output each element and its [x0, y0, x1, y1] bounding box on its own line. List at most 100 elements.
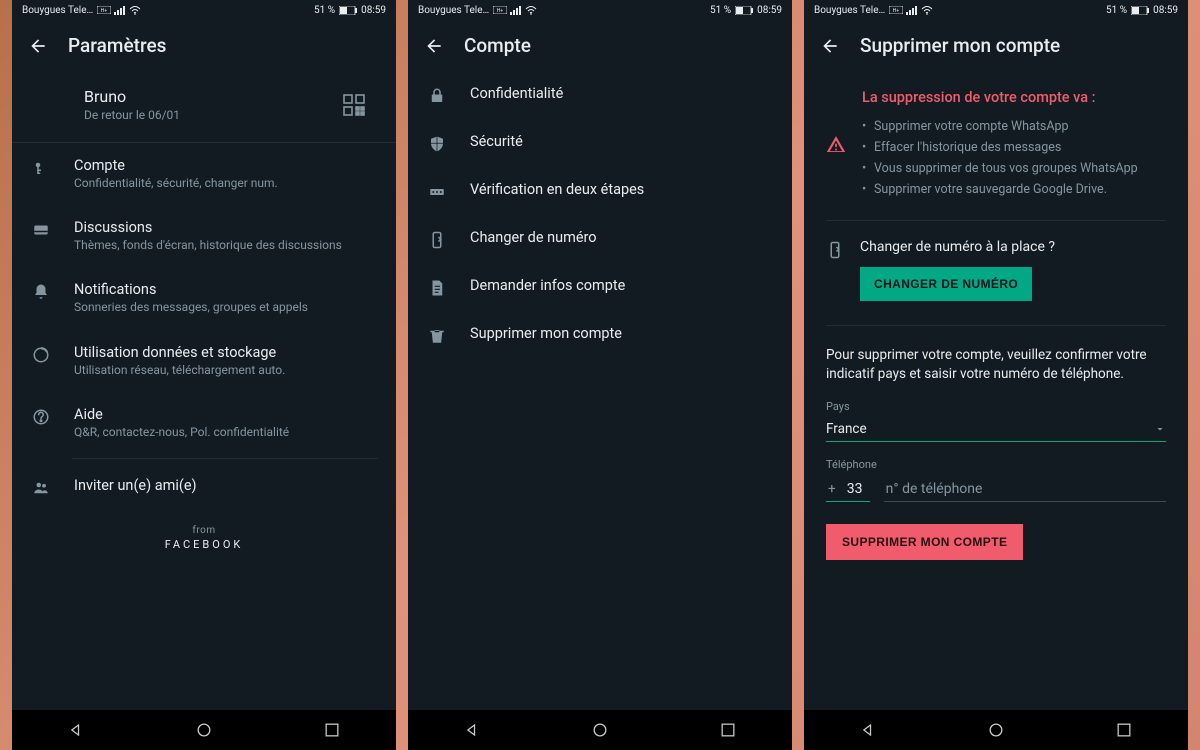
wifi-icon	[921, 6, 933, 15]
wifi-icon	[525, 6, 537, 15]
signal-icon	[906, 6, 918, 15]
nav-back-icon[interactable]	[66, 720, 86, 740]
signal-icons: H+	[889, 6, 933, 15]
nav-bar	[804, 710, 1188, 750]
phone-input[interactable]: n° de téléphone	[884, 477, 1166, 502]
back-icon[interactable]	[424, 36, 444, 56]
battery-icon	[339, 6, 357, 15]
profile-name: Bruno	[84, 87, 342, 106]
profile-status: De retour le 06/01	[84, 108, 342, 122]
plus-sign: +	[828, 481, 836, 497]
phone-swap-icon	[826, 241, 844, 259]
qr-icon[interactable]	[342, 93, 366, 117]
phone-swap-icon	[428, 231, 446, 249]
item-sub: Sonneries des messages, groupes et appel…	[74, 299, 378, 315]
header: Paramètres	[12, 20, 396, 71]
item-security[interactable]: Sécurité	[408, 119, 792, 167]
divider	[72, 458, 378, 459]
shield-icon	[428, 135, 446, 153]
item-invite[interactable]: Inviter un(e) ami(e)	[12, 463, 396, 511]
nav-home-icon[interactable]	[194, 720, 214, 740]
nav-recent-icon[interactable]	[718, 720, 738, 740]
settings-list: Compte Confidentialité, sécurité, change…	[12, 143, 396, 511]
page-title: Paramètres	[68, 34, 166, 57]
battery-icon	[735, 6, 753, 15]
item-account[interactable]: Compte Confidentialité, sécurité, change…	[12, 143, 396, 205]
item-title: Demander infos compte	[470, 277, 774, 294]
help-icon	[32, 408, 50, 426]
carrier-label: Bouygues Tele…	[22, 5, 93, 16]
svg-text:H+: H+	[101, 8, 108, 14]
data-icon: H+	[493, 6, 507, 14]
dial-code-input[interactable]: + 33	[826, 477, 870, 502]
item-change-number[interactable]: Changer de numéro	[408, 215, 792, 263]
item-title: Discussions	[74, 219, 378, 236]
confirm-text: Pour supprimer votre compte, veuillez co…	[826, 346, 1166, 384]
item-privacy[interactable]: Confidentialité	[408, 71, 792, 119]
profile-row[interactable]: Bruno De retour le 06/01	[12, 71, 396, 143]
status-bar: Bouygues Tele… H+ 51 % 08:59	[12, 0, 396, 20]
from-facebook: from FACEBOOK	[12, 511, 396, 559]
data-icon: H+	[97, 6, 111, 14]
bullet: Vous supprimer de tous vos groupes Whats…	[862, 158, 1138, 179]
item-chats[interactable]: Discussions Thèmes, fonds d'écran, histo…	[12, 205, 396, 267]
nav-back-icon[interactable]	[462, 720, 482, 740]
battery-label: 51 %	[314, 5, 335, 16]
item-title: Supprimer mon compte	[470, 325, 774, 342]
item-notifications[interactable]: Notifications Sonneries des messages, gr…	[12, 267, 396, 329]
bullet: Supprimer votre sauvegarde Google Drive.	[862, 179, 1138, 200]
country-value: France	[826, 421, 867, 437]
back-icon[interactable]	[28, 36, 48, 56]
item-help[interactable]: Aide Q&R, contactez-nous, Pol. confident…	[12, 392, 396, 454]
nav-home-icon[interactable]	[590, 720, 610, 740]
carrier-label: Bouygues Tele…	[814, 5, 885, 16]
carrier-label: Bouygues Tele…	[418, 5, 489, 16]
item-request-info[interactable]: Demander infos compte	[408, 263, 792, 311]
item-title: Utilisation données et stockage	[74, 344, 378, 361]
change-number-button[interactable]: CHANGER DE NUMÉRO	[860, 267, 1032, 301]
svg-text:H+: H+	[497, 8, 504, 14]
signal-icon	[510, 6, 522, 15]
item-title: Aide	[74, 406, 378, 423]
account-list: Confidentialité Sécurité Vérification en…	[408, 71, 792, 359]
key-icon	[32, 159, 50, 177]
item-sub: Utilisation réseau, téléchargement auto.	[74, 362, 378, 378]
item-two-step[interactable]: Vérification en deux étapes	[408, 167, 792, 215]
status-bar: Bouygues Tele… H+ 51 % 08:59	[408, 0, 792, 20]
item-title: Compte	[74, 157, 378, 174]
battery-icon	[1131, 6, 1149, 15]
nav-recent-icon[interactable]	[1114, 720, 1134, 740]
country-select[interactable]: France	[826, 415, 1166, 442]
document-icon	[428, 279, 446, 297]
confirm-block: Pour supprimer votre compte, veuillez co…	[804, 334, 1188, 572]
nav-recent-icon[interactable]	[322, 720, 342, 740]
time-label: 08:59	[757, 5, 782, 16]
divider	[826, 325, 1166, 326]
bullet: Supprimer votre compte WhatsApp	[862, 116, 1138, 137]
delete-account-button[interactable]: SUPPRIMER MON COMPTE	[826, 524, 1023, 560]
data-usage-icon	[32, 346, 50, 364]
signal-icons: H+	[493, 6, 537, 15]
item-title: Inviter un(e) ami(e)	[74, 477, 378, 494]
status-bar: Bouygues Tele… H+ 51 % 08:59	[804, 0, 1188, 20]
item-data-storage[interactable]: Utilisation données et stockage Utilisat…	[12, 330, 396, 392]
battery-label: 51 %	[1106, 5, 1127, 16]
bell-icon	[32, 283, 50, 301]
facebook-label: FACEBOOK	[12, 538, 396, 551]
warning-block: La suppression de votre compte va : Supp…	[804, 71, 1188, 212]
header: Compte	[408, 20, 792, 71]
data-icon: H+	[889, 6, 903, 14]
item-delete-account[interactable]: Supprimer mon compte	[408, 311, 792, 359]
back-icon[interactable]	[820, 36, 840, 56]
bullet: Effacer l'historique des messages	[862, 137, 1138, 158]
change-number-block: Changer de numéro à la place ? CHANGER D…	[804, 229, 1188, 317]
country-label: Pays	[826, 400, 1166, 413]
item-title: Confidentialité	[470, 85, 774, 102]
page-title: Supprimer mon compte	[860, 34, 1060, 57]
lock-icon	[428, 87, 446, 105]
nav-home-icon[interactable]	[986, 720, 1006, 740]
warning-title: La suppression de votre compte va :	[862, 89, 1138, 106]
signal-icons: H+	[97, 6, 141, 15]
nav-back-icon[interactable]	[858, 720, 878, 740]
signal-icon	[114, 6, 126, 15]
